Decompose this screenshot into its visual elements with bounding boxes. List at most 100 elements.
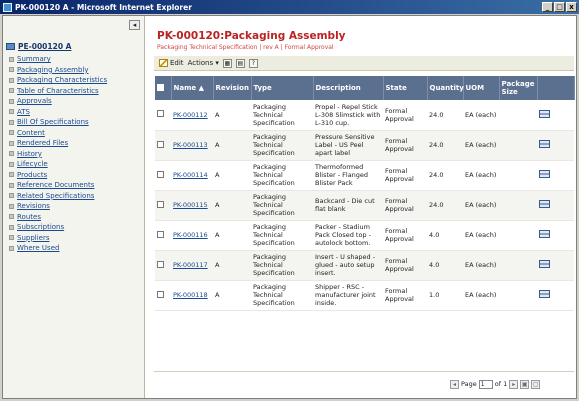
details-icon[interactable]: [539, 230, 550, 238]
sidebar-item-ats[interactable]: ATS: [9, 107, 107, 118]
page-view-icon[interactable]: ▣: [520, 379, 530, 389]
spec-name-link[interactable]: PK-000112: [173, 111, 208, 119]
table-row[interactable]: PK-000114 A Packaging Technical Specificat…: [155, 160, 574, 191]
sidebar-item-label: Routes: [17, 212, 41, 221]
sidebar-item-approvals[interactable]: Approvals: [9, 96, 107, 107]
sidebar-item-content[interactable]: Content: [9, 128, 107, 139]
cell-state: Formal Approval: [383, 160, 427, 191]
sidebar-item-label: Subscriptions: [17, 223, 65, 232]
details-icon[interactable]: [539, 140, 550, 148]
column-package-size[interactable]: Package Size: [499, 76, 538, 100]
cell-name: PK-000118: [171, 280, 213, 311]
table-row[interactable]: PK-000117 A Packaging Technical Specificat…: [155, 250, 574, 281]
table-row[interactable]: PK-000116 A Packaging Technical Specificat…: [155, 220, 574, 251]
column-type[interactable]: Type: [251, 76, 314, 100]
sidebar-item-table-of-characteristics[interactable]: Table of Characteristics: [9, 86, 107, 97]
details-icon[interactable]: [539, 260, 550, 268]
details-icon[interactable]: [539, 200, 550, 208]
row-checkbox[interactable]: [155, 250, 171, 281]
sidebar-item-reference-documents[interactable]: Reference Documents: [9, 180, 107, 191]
bullet-icon: [9, 193, 14, 199]
cell-type: Packaging Technical Specification: [251, 190, 313, 221]
details-icon[interactable]: [539, 290, 550, 298]
spec-name-link[interactable]: PK-000118: [173, 291, 208, 299]
spec-name-link[interactable]: PK-000113: [173, 141, 208, 149]
sidebar-item-lifecycle[interactable]: Lifecycle: [9, 159, 107, 170]
row-checkbox[interactable]: [155, 220, 171, 251]
table-row[interactable]: PK-000113 A Packaging Technical Specificat…: [155, 130, 574, 161]
bullet-icon: [9, 235, 14, 241]
cell-type: Packaging Technical Specification: [251, 160, 313, 191]
column-description[interactable]: Description: [313, 76, 384, 100]
cell-description: Insert - U shaped - glued - auto setup i…: [313, 250, 383, 281]
sidebar-item-suppliers[interactable]: Suppliers: [9, 233, 107, 244]
bullet-icon: [9, 140, 14, 146]
sidebar-item-summary[interactable]: Summary: [9, 54, 107, 65]
sidebar-item-subscriptions[interactable]: Subscriptions: [9, 222, 107, 233]
bullet-icon: [9, 88, 14, 94]
spec-name-link[interactable]: PK-000116: [173, 231, 208, 239]
window-titlebar: PK-000120 A - Microsoft Internet Explore…: [0, 0, 579, 14]
cell-action: [537, 250, 574, 281]
row-checkbox[interactable]: [155, 190, 171, 221]
cell-name: PK-000115: [171, 190, 213, 221]
column-quantity[interactable]: Quantity: [427, 76, 464, 100]
spec-name-link[interactable]: PK-000114: [173, 171, 208, 179]
export-icon[interactable]: ▦: [222, 58, 232, 68]
print-icon[interactable]: ▤: [235, 58, 245, 68]
list-view-icon[interactable]: ▢: [531, 379, 541, 389]
sidebar-item-packaging-assembly[interactable]: Packaging Assembly: [9, 65, 107, 76]
cell-action: [537, 220, 574, 251]
column-uom[interactable]: UOM: [463, 76, 500, 100]
sidebar-item-rendered-files[interactable]: Rendered Files: [9, 138, 107, 149]
column-revision[interactable]: Revision: [213, 76, 252, 100]
table-row[interactable]: PK-000112 A Packaging Technical Specificat…: [155, 100, 574, 131]
divider: [154, 371, 574, 372]
column-actions: [537, 76, 575, 100]
close-button[interactable]: x: [566, 2, 577, 12]
cell-name: PK-000117: [171, 250, 213, 281]
sidebar-item-label: Reference Documents: [17, 181, 95, 190]
details-icon[interactable]: [539, 109, 550, 118]
next-page-button[interactable]: ▸: [509, 379, 519, 389]
tree-root[interactable]: PE-000120 A: [6, 42, 71, 51]
actions-menu[interactable]: Actions ▾: [188, 59, 219, 67]
edit-button[interactable]: Edit: [159, 59, 184, 67]
sidebar-item-history[interactable]: History: [9, 149, 107, 160]
details-icon[interactable]: [539, 170, 550, 178]
cell-state: Formal Approval: [383, 220, 427, 251]
collapse-sidebar-button[interactable]: ◂: [129, 20, 140, 30]
table-row[interactable]: PK-000115 A Packaging Technical Specificat…: [155, 190, 574, 221]
row-checkbox[interactable]: [155, 130, 171, 161]
sidebar-item-routes[interactable]: Routes: [9, 212, 107, 223]
cell-name: PK-000112: [171, 100, 213, 131]
select-all-checkbox[interactable]: [155, 76, 172, 100]
sidebar-item-related-specifications[interactable]: Related Specifications: [9, 191, 107, 202]
cell-package-size: [499, 280, 537, 311]
sidebar-item-packaging-characteristics[interactable]: Packaging Characteristics: [9, 75, 107, 86]
row-checkbox[interactable]: [155, 160, 171, 191]
cell-action: [537, 100, 574, 131]
spec-name-link[interactable]: PK-000117: [173, 261, 208, 269]
sidebar-item-revisions[interactable]: Revisions: [9, 201, 107, 212]
prev-page-button[interactable]: ◂: [450, 379, 459, 389]
row-checkbox[interactable]: [155, 100, 171, 131]
bullet-icon: [9, 245, 14, 251]
sidebar-item-products[interactable]: Products: [9, 170, 107, 181]
maximize-button[interactable]: □: [554, 2, 565, 12]
cell-quantity: 24.0: [427, 190, 463, 221]
help-icon[interactable]: ?: [248, 58, 258, 68]
page-select[interactable]: 1: [478, 379, 493, 389]
main-panel: PK-000120:Packaging Assembly Packaging T…: [152, 16, 576, 398]
sidebar-item-bill-of-specifications[interactable]: Bill Of Specifications: [9, 117, 107, 128]
cell-state: Formal Approval: [383, 280, 427, 311]
table-row[interactable]: PK-000118 A Packaging Technical Specificat…: [155, 280, 574, 311]
spec-name-link[interactable]: PK-000115: [173, 201, 208, 209]
minimize-button[interactable]: _: [542, 2, 553, 12]
cell-uom: EA (each): [463, 220, 499, 251]
column-name[interactable]: Name ▲: [171, 76, 214, 100]
cell-revision: A: [213, 220, 251, 251]
row-checkbox[interactable]: [155, 280, 171, 311]
sidebar-item-where-used[interactable]: Where Used: [9, 243, 107, 254]
column-state[interactable]: State: [383, 76, 428, 100]
